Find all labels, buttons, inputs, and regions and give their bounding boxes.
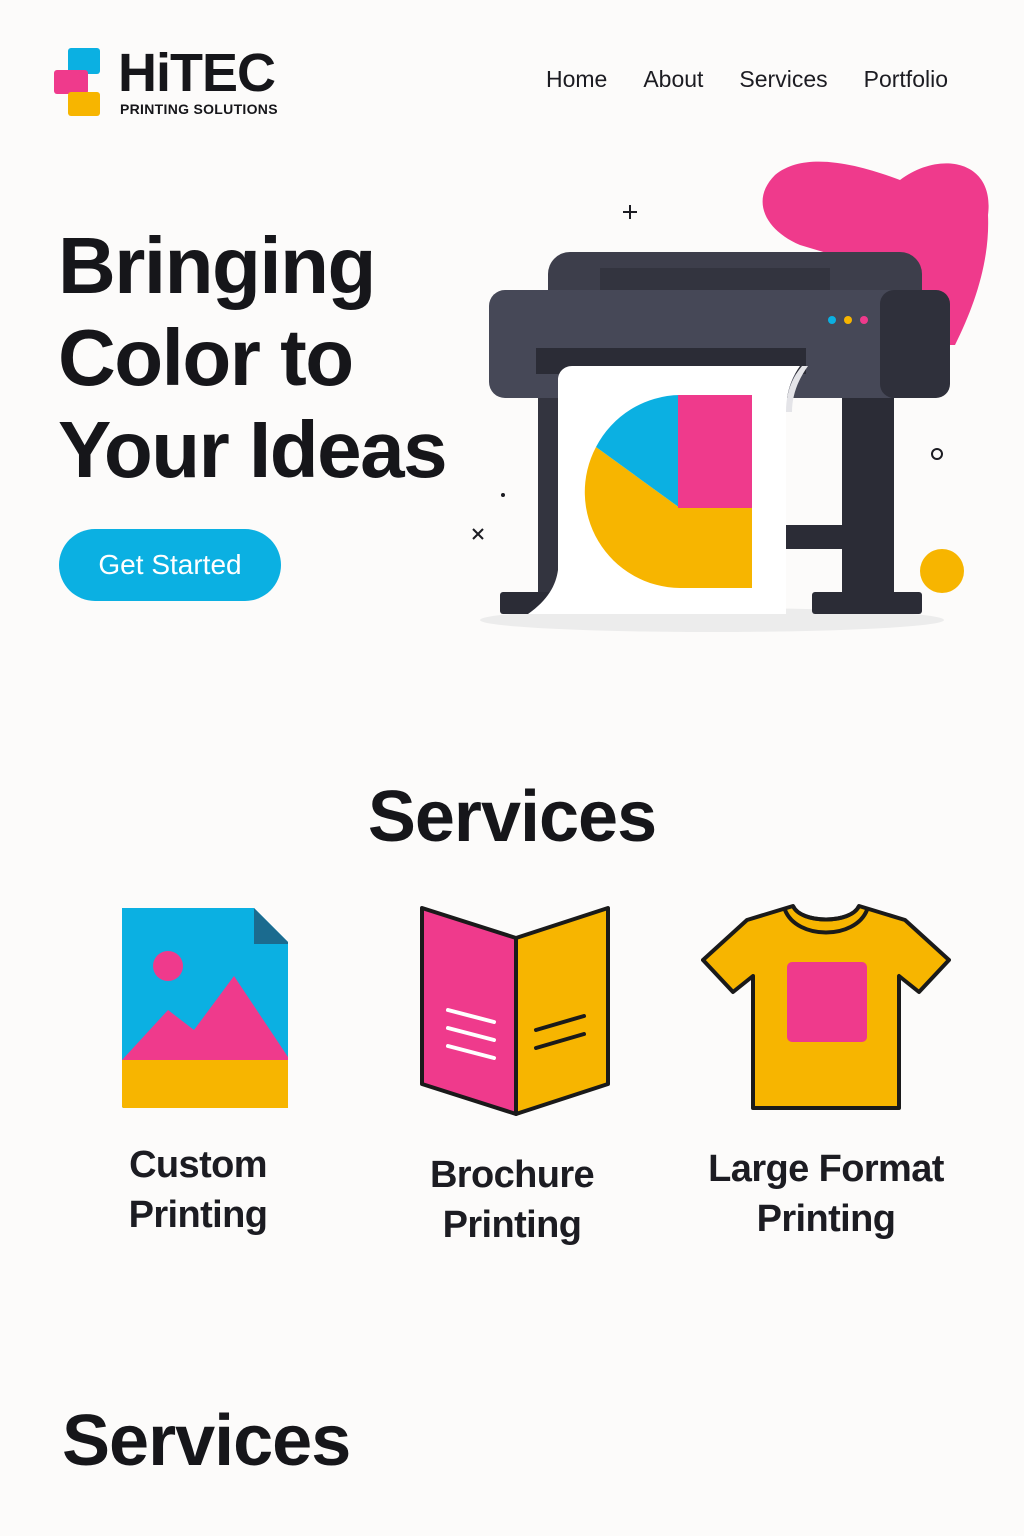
service-card-custom-printing[interactable]: Custom Printing bbox=[48, 900, 348, 1240]
tshirt-icon bbox=[701, 904, 951, 1110]
main-nav: Home About Services Portfolio bbox=[546, 66, 948, 93]
service-label-line: Large Format bbox=[708, 1148, 944, 1190]
service-label: Brochure Printing bbox=[362, 1150, 662, 1250]
service-label-line: Brochure bbox=[429, 1154, 595, 1196]
brochure-icon bbox=[420, 906, 610, 1116]
bar-magenta bbox=[678, 395, 752, 508]
service-card-large-format-printing[interactable]: Large Format Printing bbox=[676, 900, 976, 1244]
hero-title-line: Your Ideas bbox=[58, 405, 448, 494]
nav-item-portfolio[interactable]: Portfolio bbox=[864, 66, 948, 93]
wide-format-printer-icon bbox=[472, 161, 989, 632]
nav-item-home[interactable]: Home bbox=[546, 66, 607, 93]
service-label-line: Printing bbox=[442, 1204, 582, 1246]
section-title: Services bbox=[62, 1401, 351, 1481]
nav-item-services[interactable]: Services bbox=[739, 66, 827, 93]
service-label: Large Format Printing bbox=[676, 1144, 976, 1244]
nav-item-about[interactable]: About bbox=[643, 66, 703, 93]
brand-name: HiTEC bbox=[118, 43, 276, 103]
service-label-line: Custom bbox=[129, 1144, 267, 1186]
services-title: Services bbox=[367, 777, 657, 857]
logo-mark-icon bbox=[54, 48, 100, 116]
brand-tagline: PRINTING SOLUTIONS bbox=[120, 101, 278, 117]
brand-logo[interactable]: HiTEC PRINTING SOLUTIONS bbox=[52, 43, 302, 120]
get-started-button[interactable]: Get Started bbox=[59, 529, 281, 601]
service-label: Custom Printing bbox=[48, 1140, 348, 1240]
image-file-icon bbox=[122, 908, 288, 1108]
service-label-line: Printing bbox=[756, 1198, 896, 1240]
hero-title: Bringing Color to Your Ideas bbox=[58, 220, 498, 496]
service-card-brochure-printing[interactable]: Brochure Printing bbox=[362, 900, 662, 1250]
yellow-dot bbox=[920, 549, 964, 593]
page: HiTEC PRINTING SOLUTIONS Home About Serv… bbox=[0, 0, 1024, 1536]
hero-title-line: Color to bbox=[58, 313, 354, 402]
hero-title-line: Bringing bbox=[58, 221, 376, 310]
service-label-line: Printing bbox=[128, 1194, 268, 1236]
